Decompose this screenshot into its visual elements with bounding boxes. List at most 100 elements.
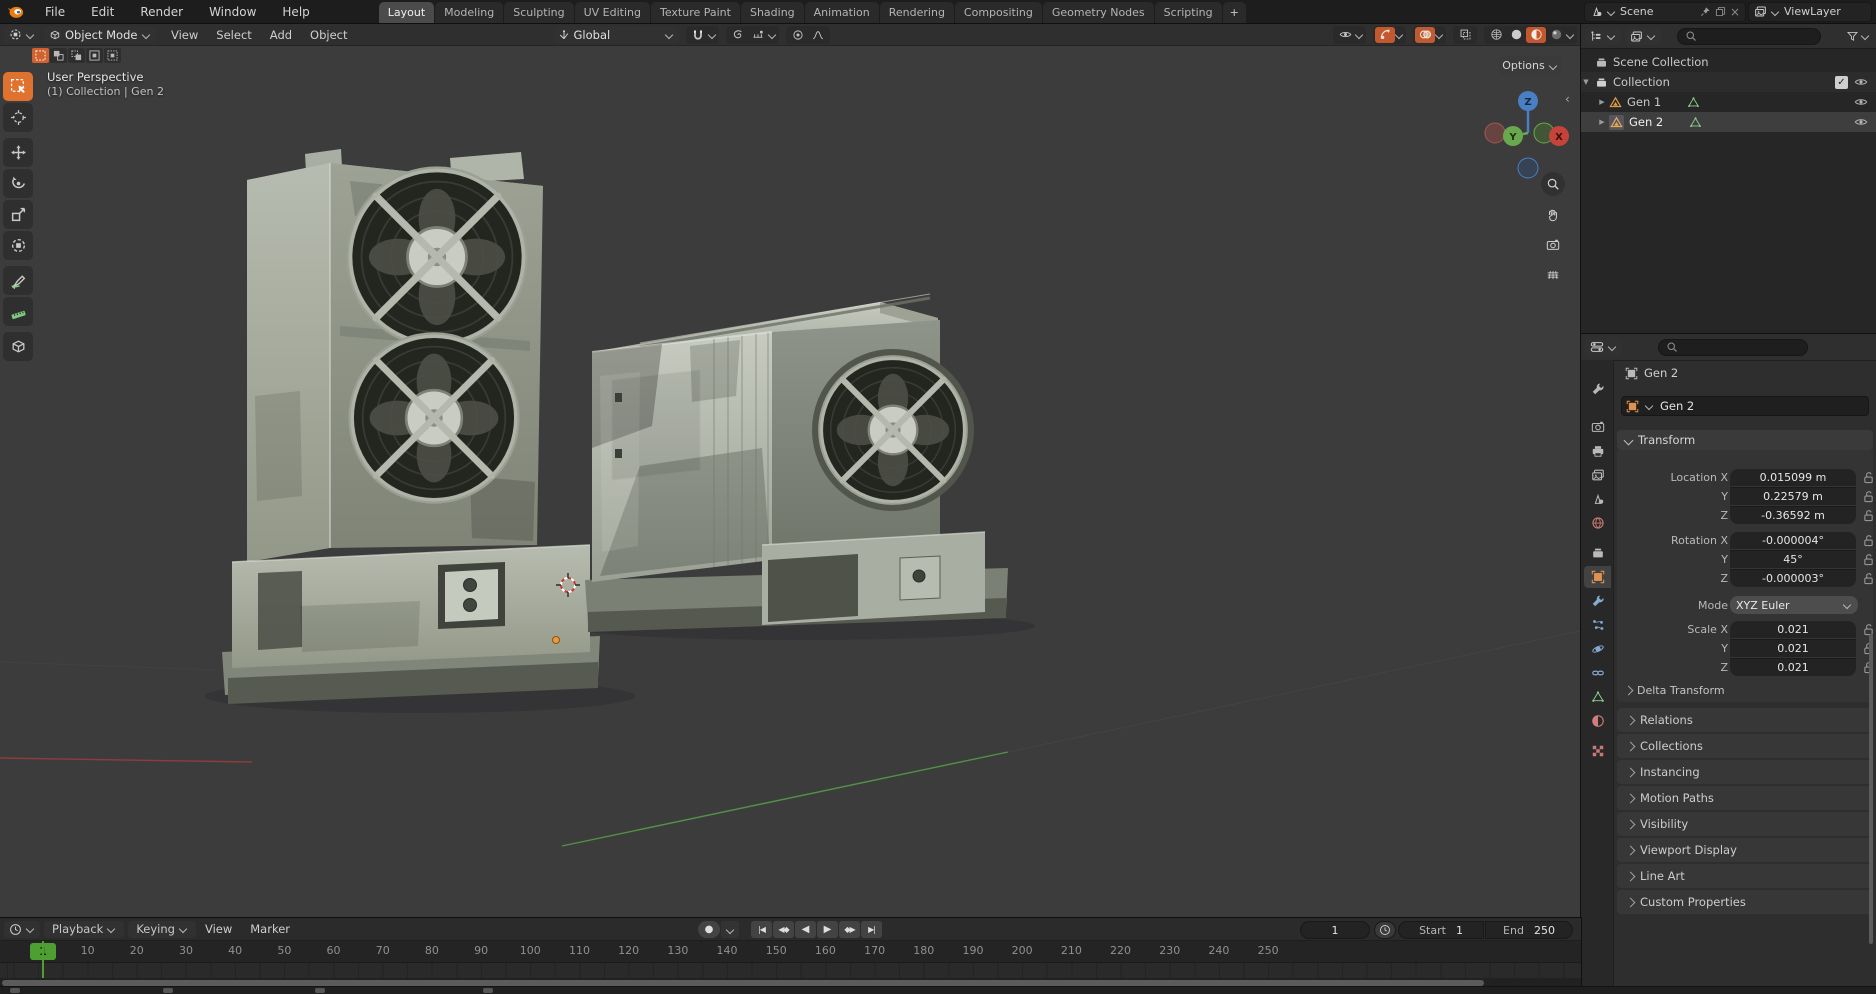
autokey-dropdown[interactable] [721,921,739,938]
disclosure-right-icon[interactable]: ▶ [1597,98,1607,106]
viewport-menu-item[interactable]: Select [207,26,260,44]
lock-icon[interactable] [1863,509,1874,522]
workspace-tab[interactable]: Animation [804,1,879,24]
panel-header[interactable]: Instancing [1617,760,1873,784]
autokey-record-button[interactable]: ● [698,921,720,938]
tab-material[interactable] [1584,710,1611,732]
prev-keyframe-button[interactable]: ◀◆ [773,921,794,938]
outliner-display-mode[interactable] [1585,27,1621,45]
menu-item[interactable]: Edit [78,2,127,22]
disclosure-right-icon[interactable]: ▶ [1597,118,1607,126]
shading-material-button[interactable] [1526,26,1546,43]
tool-annotate[interactable] [3,266,33,295]
zoom-button[interactable] [1541,172,1565,196]
menu-item[interactable]: Window [196,2,269,22]
viewport-canvas[interactable]: User Perspective (1) Collection | Gen 2 … [0,46,1581,918]
panel-header[interactable]: Custom Properties [1617,890,1873,914]
ortho-toggle-button[interactable] [1541,263,1565,287]
new-scene-icon[interactable] [1715,6,1726,17]
panel-header[interactable]: Viewport Display [1617,838,1873,862]
selectability-toggle[interactable] [1335,27,1355,43]
object-name-field[interactable]: Gen 2 [1621,396,1869,416]
camera-view-button[interactable] [1541,233,1565,257]
rotation-mode-dropdown[interactable]: XYZ Euler [1730,596,1858,614]
show-overlays-toggle[interactable] [1415,26,1435,43]
lock-icon[interactable] [1863,534,1874,547]
show-gizmo-toggle[interactable] [1375,26,1395,43]
timeline-view-menu[interactable]: View [196,920,241,938]
snap-toggle[interactable] [688,27,708,43]
playhead[interactable] [42,941,44,978]
panel-header[interactable]: Visibility [1617,812,1873,836]
shading-dropdown[interactable] [1566,31,1575,39]
outliner-filter-button[interactable] [1846,30,1876,43]
tab-tool[interactable] [1584,378,1611,400]
tool-transform[interactable] [3,231,33,260]
panel-header[interactable]: Collections [1617,734,1873,758]
eye-icon[interactable] [1854,75,1868,89]
tab-output[interactable] [1584,440,1611,462]
add-workspace-button[interactable]: + [1222,1,1246,24]
start-frame-field[interactable]: Start 1 [1398,921,1484,939]
current-frame-field[interactable]: 1 [1300,921,1370,939]
blender-logo-icon[interactable] [7,4,24,19]
number-field[interactable]: -0.36592 m [1730,506,1856,524]
workspace-tab[interactable]: Scripting [1154,1,1222,24]
outliner-row-collection[interactable]: ▼ Collection ✓ [1581,72,1876,92]
viewport-menu-item[interactable]: View [162,26,207,44]
eye-icon[interactable] [1854,115,1868,129]
lock-icon[interactable] [1863,553,1874,566]
jump-to-start-button[interactable]: |◀ [751,921,772,938]
outliner-filter-id[interactable] [1625,27,1661,45]
visibility-dropdown[interactable] [1355,31,1364,39]
number-field[interactable]: 0.021 [1730,658,1856,676]
tool-add-cube[interactable] [3,332,33,361]
workspace-tab[interactable]: Compositing [954,1,1042,24]
number-field[interactable]: -0.000004° [1730,531,1856,549]
pin-icon[interactable] [1700,6,1711,17]
navigation-gizmo[interactable]: Z Y X [1466,76,1576,188]
tool-cursor[interactable] [3,103,33,132]
select-mode-new-button[interactable] [32,48,49,63]
proportional-dropdown[interactable] [768,31,777,39]
play-reverse-button[interactable]: ◀ [795,921,816,938]
jump-to-end-button[interactable]: ▶| [861,921,882,938]
workspace-tab[interactable]: Sculpting [504,1,574,24]
workspace-tab[interactable]: Geometry Nodes [1042,1,1154,24]
tool-select-box[interactable] [3,72,33,101]
gizmo-dropdown[interactable] [1395,31,1404,39]
scene-selector[interactable]: Scene × [1584,1,1746,22]
timeline-channel-area[interactable] [0,963,1581,978]
lock-icon[interactable] [1863,572,1874,585]
snap-increment-toggle[interactable] [748,27,768,43]
disclosure-down-icon[interactable]: ▼ [1581,78,1591,86]
checkbox-icon[interactable]: ✓ [1835,75,1848,89]
end-frame-field[interactable]: End 250 [1485,921,1573,939]
viewport-menu-item[interactable]: Add [261,26,301,44]
transform-orientation-dropdown[interactable]: Global [552,26,679,43]
menu-item[interactable]: File [32,2,78,22]
unlink-scene-icon[interactable]: × [1730,5,1740,19]
properties-search-input[interactable] [1658,338,1808,356]
delta-transform-subpanel[interactable]: Delta Transform [1623,684,1725,697]
tab-render[interactable] [1584,416,1611,438]
falloff-curve-button[interactable] [808,27,828,43]
select-mode-subtract-button[interactable] [68,48,85,63]
lock-icon[interactable] [1863,490,1874,503]
play-button[interactable]: ▶ [817,921,838,938]
tool-measure[interactable] [3,297,33,326]
workspace-tab[interactable]: Texture Paint [650,1,740,24]
use-preview-range-button[interactable] [1374,921,1396,939]
select-mode-invert-button[interactable] [86,48,103,63]
number-field[interactable]: 0.021 [1730,620,1856,638]
viewport-menu-item[interactable]: Object [301,26,356,44]
panel-header[interactable]: Motion Paths [1617,786,1873,810]
panel-header[interactable]: Line Art [1617,864,1873,888]
mode-dropdown[interactable]: Object Mode [44,26,156,43]
properties-editor-type-button[interactable] [1585,338,1622,356]
proportional-spiral-toggle[interactable] [728,27,748,43]
sidebar-collapse-arrow[interactable]: ‹ [1565,92,1570,106]
workspace-tab[interactable]: Rendering [879,1,954,24]
tab-object-data[interactable] [1584,686,1611,708]
eye-icon[interactable] [1854,95,1868,109]
